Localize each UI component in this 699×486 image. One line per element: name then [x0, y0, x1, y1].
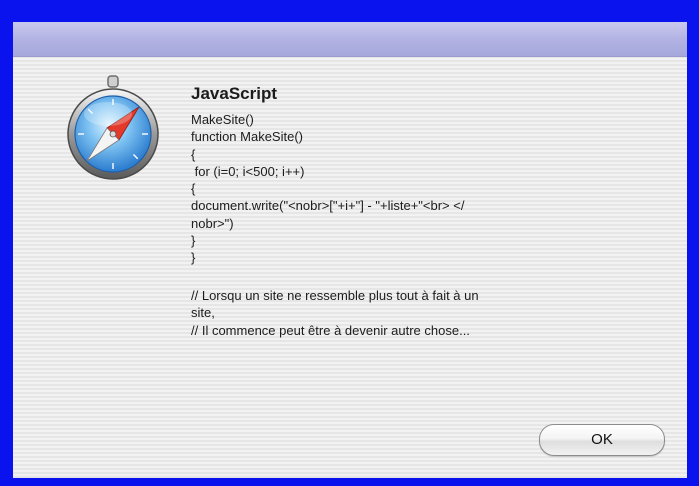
dialog-titlebar [13, 22, 687, 57]
dialog-message: JavaScript MakeSite() function MakeSite(… [191, 84, 671, 339]
code-line: for (i=0; i<500; i++) [191, 163, 305, 179]
dialog-heading: JavaScript [191, 84, 277, 103]
code-line: { [191, 181, 196, 197]
compass-icon [67, 75, 159, 180]
window-frame: JavaScript MakeSite() function MakeSite(… [0, 0, 699, 486]
code-line: { [191, 146, 196, 162]
comment-line: // Lorsqu un site ne ressemble plus tout… [191, 287, 479, 303]
code-line: } [191, 233, 196, 249]
comment-line: // Il commence peut être à devenir autre… [191, 322, 470, 338]
code-line: } [191, 250, 196, 266]
alert-dialog: JavaScript MakeSite() function MakeSite(… [13, 22, 687, 478]
code-line: nobr>") [191, 215, 234, 231]
ok-button[interactable]: OK [539, 424, 665, 456]
comment-line: site, [191, 305, 215, 321]
code-line: function MakeSite() [191, 129, 303, 145]
code-line: MakeSite() [191, 112, 254, 127]
code-line: document.write("<nobr>["+i+"] - "+liste+… [191, 198, 465, 214]
